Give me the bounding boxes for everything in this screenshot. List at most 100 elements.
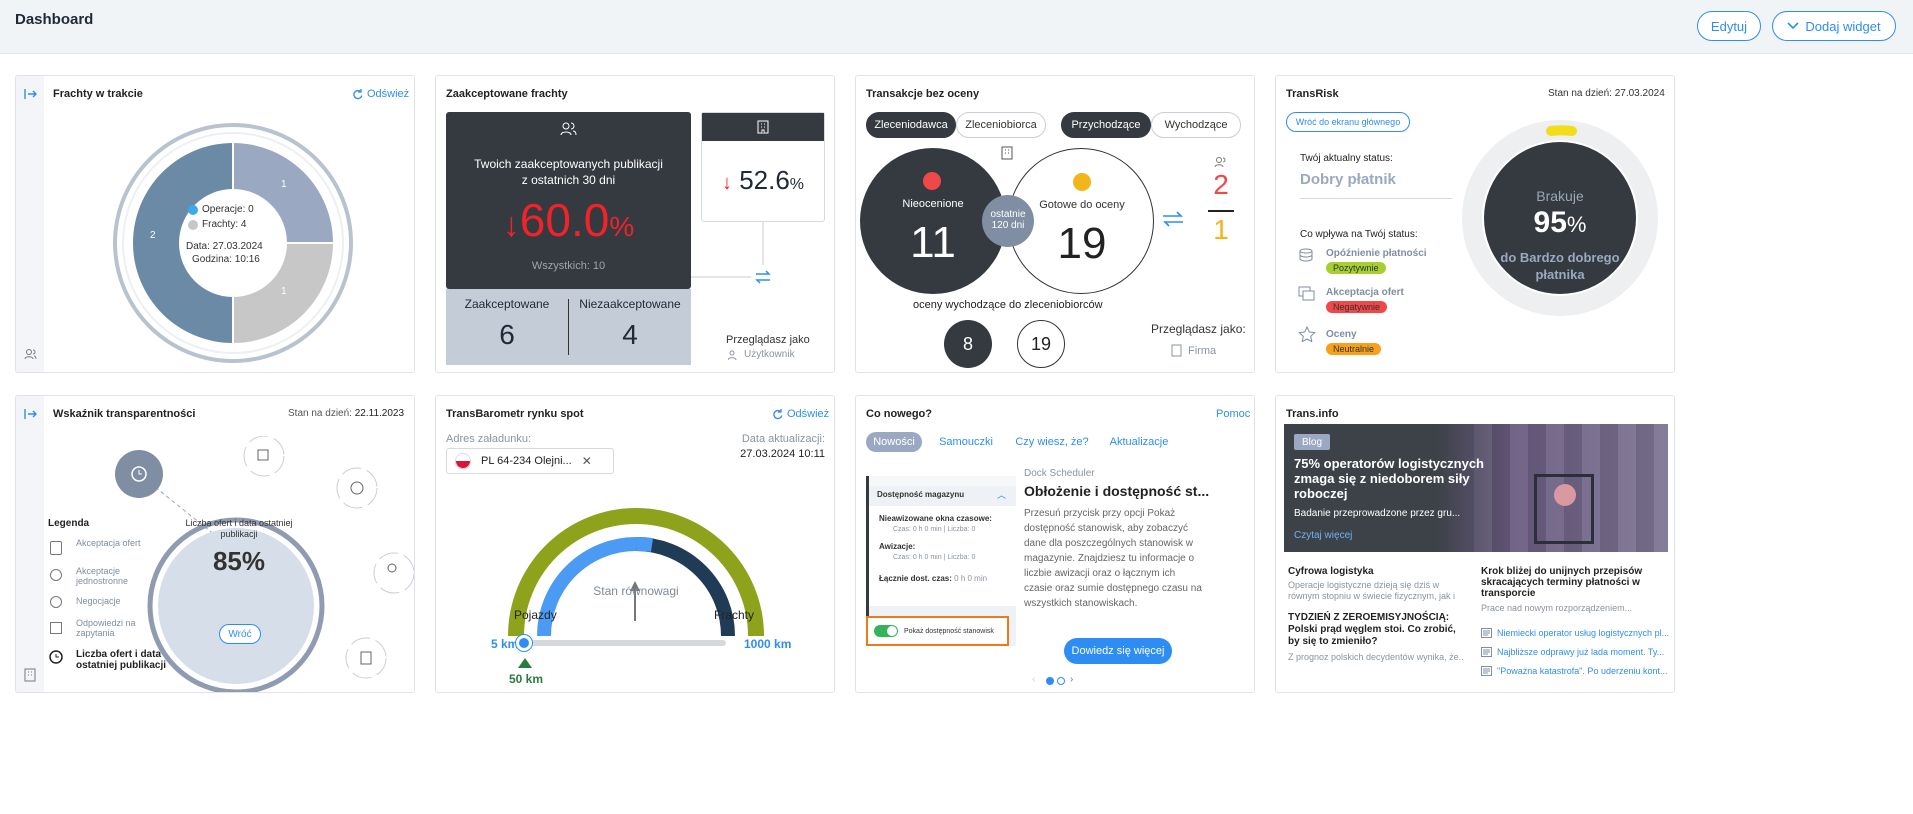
back-button[interactable]: Wróć <box>219 624 261 644</box>
tab-aktualizacje[interactable]: Aktualizacje <box>1104 432 1174 452</box>
news-link[interactable]: Niemiecki operator usług logistycznych p… <box>1481 628 1669 638</box>
current-km: 50 km <box>508 672 544 686</box>
factor-badge: Negatywnie <box>1326 301 1388 313</box>
influence-label: Co wpływa na Twój status: <box>1300 229 1418 240</box>
building-icon <box>24 668 36 682</box>
building-icon <box>1001 146 1013 160</box>
slider-handle[interactable] <box>516 635 532 651</box>
read-more-link[interactable]: Czytaj więcej <box>1294 530 1352 541</box>
brakuje-label: Brakuje <box>1536 188 1584 204</box>
tab-wychodzace[interactable]: Wychodzące <box>1151 112 1241 138</box>
user-check-icon <box>50 569 62 581</box>
address-value: PL 64-234 Olejni... <box>481 455 572 467</box>
pager-dot-active[interactable] <box>1046 677 1054 685</box>
tab-zleceniobiorca[interactable]: Zleceniobiorca <box>956 112 1046 138</box>
address-chip[interactable]: PL 64-234 Olejni... ✕ <box>446 448 614 474</box>
side-rail <box>16 396 44 692</box>
prev-arrow[interactable]: ‹ <box>1032 674 1035 685</box>
preview-row-title: Łącznie dost. czas: 0 h 0 min <box>879 574 988 583</box>
article-headline: Obłożenie i dostępność st... <box>1024 483 1210 499</box>
yellow-dot <box>1073 173 1091 191</box>
outgoing-nieocenione[interactable]: 8 <box>944 320 992 368</box>
widget-title: TransBarometr rynku spot <box>446 408 584 420</box>
article-kicker: Dock Scheduler <box>1024 468 1095 479</box>
hero-subtitle: Badanie przeprowadzone przez gru... <box>1294 508 1461 519</box>
refresh-link[interactable]: Odśwież <box>352 88 409 100</box>
widget-frachty: Frachty w trakcie Odśwież 2 1 1 Operacje… <box>15 75 415 373</box>
status-date: Stan na dzień: 27.03.2024 <box>1548 88 1665 99</box>
next-arrow[interactable]: › <box>1070 674 1073 685</box>
status-label: Twój aktualny status: <box>1300 153 1393 164</box>
chevron-down-icon <box>1787 22 1799 30</box>
article-excerpt: Operacje logistyczne dzieją się dziś w r… <box>1288 580 1456 601</box>
widget-title: Co nowego? <box>866 408 932 420</box>
article-title[interactable]: TYDZIEŃ Z ZEROEMISYJNOŚCIĄ: Polski prąd … <box>1288 612 1463 648</box>
article-title[interactable]: Cyfrowa logistyka <box>1288 566 1374 577</box>
legend-frachty: Frachty: 4 <box>188 219 246 230</box>
outgoing-label: oceny wychodzące do zleceniobiorców <box>913 299 1103 311</box>
article-excerpt: Z prognoz polskich decydentów wynika, że… <box>1288 652 1463 662</box>
back-button[interactable]: Wróć do ekranu głównego <box>1286 112 1410 132</box>
users-icon <box>728 350 737 360</box>
all-count: Wszystkich: 10 <box>531 260 606 272</box>
company-stat-value: ↓ 52.6% <box>721 165 805 195</box>
article-excerpt: Prace nad nowym rozporządzeniem... <box>1481 603 1633 613</box>
widget-title: Transakcje bez oceny <box>866 88 980 100</box>
notaccepted-value: 4 <box>622 319 638 350</box>
blog-tag: Blog <box>1294 434 1331 450</box>
outgoing-gotowe[interactable]: 19 <box>1017 320 1065 368</box>
legend-operacje: Operacje: 0 <box>188 204 254 215</box>
widget-co-nowego: Co nowego? Pomoc Nowości Samouczki Czy w… <box>855 395 1255 693</box>
segment-br-label: 1 <box>281 286 287 297</box>
news-link[interactable]: "Poważna katastrofa". Po uderzeniu kont.… <box>1481 666 1668 676</box>
accepted-value: 6 <box>499 319 515 350</box>
blog-hero-image[interactable]: Blog 75% operatorów logistycznych zmaga … <box>1284 424 1668 552</box>
tab-przychodzace[interactable]: Przychodzące <box>1061 112 1151 138</box>
factor-badge: Pozytywnie <box>1326 262 1386 274</box>
help-link[interactable]: Pomoc <box>1216 408 1250 420</box>
preview-row-sub: Czas: 0 h 0 min | Liczba: 0 <box>893 554 976 561</box>
viewing-as-role: Użytkownik <box>728 349 795 360</box>
barometer-gauge <box>508 508 764 637</box>
legend-item[interactable]: Odpowiedzi na zapytania <box>76 618 146 638</box>
tab-nowosci[interactable]: Nowości <box>866 432 922 452</box>
edit-button[interactable]: Edytuj <box>1697 11 1761 41</box>
main-stat-value: ↓60.0% <box>502 194 635 246</box>
add-widget-button[interactable]: Dodaj widget <box>1772 11 1896 41</box>
users-icon <box>24 349 37 360</box>
viewing-as-label: Przeglądasz jako <box>726 334 810 346</box>
segment-left-label: 2 <box>150 230 156 241</box>
status-value: Dobry płatnik <box>1300 171 1396 188</box>
tab-czy-wiesz[interactable]: Czy wiesz, że? <box>1011 432 1093 452</box>
refresh-link[interactable]: Odśwież <box>772 408 829 420</box>
period-badge: ostatnie 120 dni <box>982 195 1034 247</box>
legend-item[interactable]: Akceptacja ofert <box>76 538 146 548</box>
segment-tr-label: 1 <box>281 179 287 190</box>
expand-icon[interactable] <box>24 88 38 100</box>
target-status: do Bardzo dobrego płatnika <box>1500 250 1620 282</box>
tab-samouczki[interactable]: Samouczki <box>934 432 998 452</box>
toggle-switch[interactable] <box>874 625 898 637</box>
distance-slider[interactable] <box>516 640 726 646</box>
toggle-label: Pokaż dostępność stanowisk <box>904 627 994 635</box>
users-icon <box>560 122 577 136</box>
news-link[interactable]: Najbliższe odprawy już lada moment. Ty..… <box>1481 647 1664 657</box>
tab-zleceniodawca[interactable]: Zleceniodawca <box>866 112 956 138</box>
article-title[interactable]: Krok bliżej do unijnych przepisów skraca… <box>1481 566 1661 599</box>
learn-more-button[interactable]: Dowiedz się więcej <box>1064 638 1172 664</box>
widget-zaakceptowane: Zaakceptowane frachty Twoich zaakceptowa… <box>435 75 835 373</box>
chat-icon <box>50 596 62 608</box>
accepted-split-panel: Zaakceptowane 6 Niezaakceptowane 4 <box>446 289 691 365</box>
preview-title: Dostępność magazynu <box>877 490 965 499</box>
expand-icon[interactable] <box>24 408 38 420</box>
legend-item-active[interactable]: Liczba ofert i data ostatniej publikacji <box>76 649 171 671</box>
refresh-label: Odśwież <box>787 408 830 420</box>
legend-item[interactable]: Akceptacje jednostronne <box>76 566 146 586</box>
legend-item[interactable]: Negocjacje <box>76 596 146 606</box>
swap-arrows-icon[interactable] <box>1161 211 1185 227</box>
update-value: 27.03.2024 10:11 <box>740 448 825 460</box>
incoming-count: 2 <box>1213 169 1229 200</box>
pager-dot[interactable] <box>1057 677 1065 685</box>
clear-icon[interactable]: ✕ <box>582 454 592 468</box>
factor-name: Oceny <box>1326 329 1357 340</box>
